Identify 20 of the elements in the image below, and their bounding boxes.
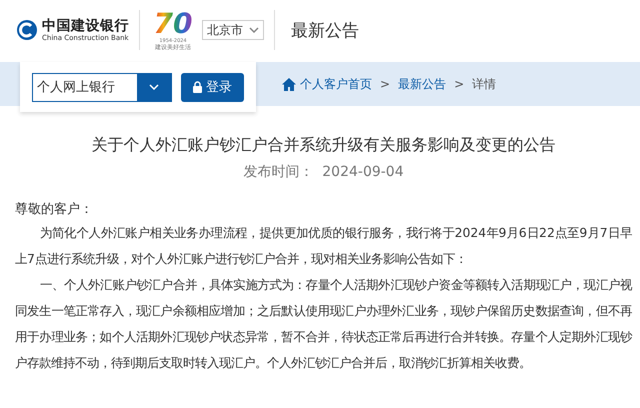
- breadcrumb-link[interactable]: 个人客户首页: [300, 76, 372, 92]
- home-icon: [282, 78, 296, 90]
- paragraph: 为简化个人外汇账户相关业务办理流程，提供更加优质的银行服务，我行将于2024年9月6日22点至9月7日早上7点进行系统升级，对个人外汇账户进行钞汇户合并，现对相关业务影响公告如下：: [15, 224, 632, 268]
- breadcrumb-separator: >: [380, 77, 390, 91]
- breadcrumb-current: 详情: [472, 76, 496, 92]
- city-select[interactable]: 北京市: [202, 20, 264, 40]
- chevron-down-icon: [149, 84, 159, 90]
- channel-select[interactable]: 个人网上银行: [32, 72, 172, 102]
- paragraph: 一、个人外汇账户钞汇户合并，具体实施方式为：存量个人活期外汇现钞户资金等额转入活期现汇户，现汇户视同发生一笔正常存入，现汇户余额相应增加；之后默认使用现汇户办理外汇业务，现钞户保留历史数据查询，但不再用于办理业务；如个人活期外汇现钞户状态异常，暂不合并，待状态正常后再进行合并转换。存量个人定期外汇现钞户存款维持不动，待到期后支取时转入现汇户。个人外汇钞汇户合并后，取消钞汇折算相关收费。: [15, 276, 632, 372]
- chevron-down-icon: [249, 27, 259, 33]
- bank-name: 中国建设银行: [42, 18, 129, 34]
- greeting: 尊敬的客户：: [15, 201, 94, 219]
- lock-icon: [193, 81, 202, 93]
- section-title: 最新公告: [291, 20, 359, 42]
- breadcrumb-link[interactable]: 最新公告: [398, 76, 446, 92]
- breadcrumb-separator: >: [454, 77, 464, 91]
- publish-date: 发布时间： 2024-09-04: [242, 163, 405, 182]
- article-title: 关于个人外汇账户钞汇户合并系统升级有关服务影响及变更的公告: [90, 134, 556, 156]
- login-button[interactable]: 登录: [181, 72, 244, 102]
- bank-logo-icon: [16, 19, 38, 41]
